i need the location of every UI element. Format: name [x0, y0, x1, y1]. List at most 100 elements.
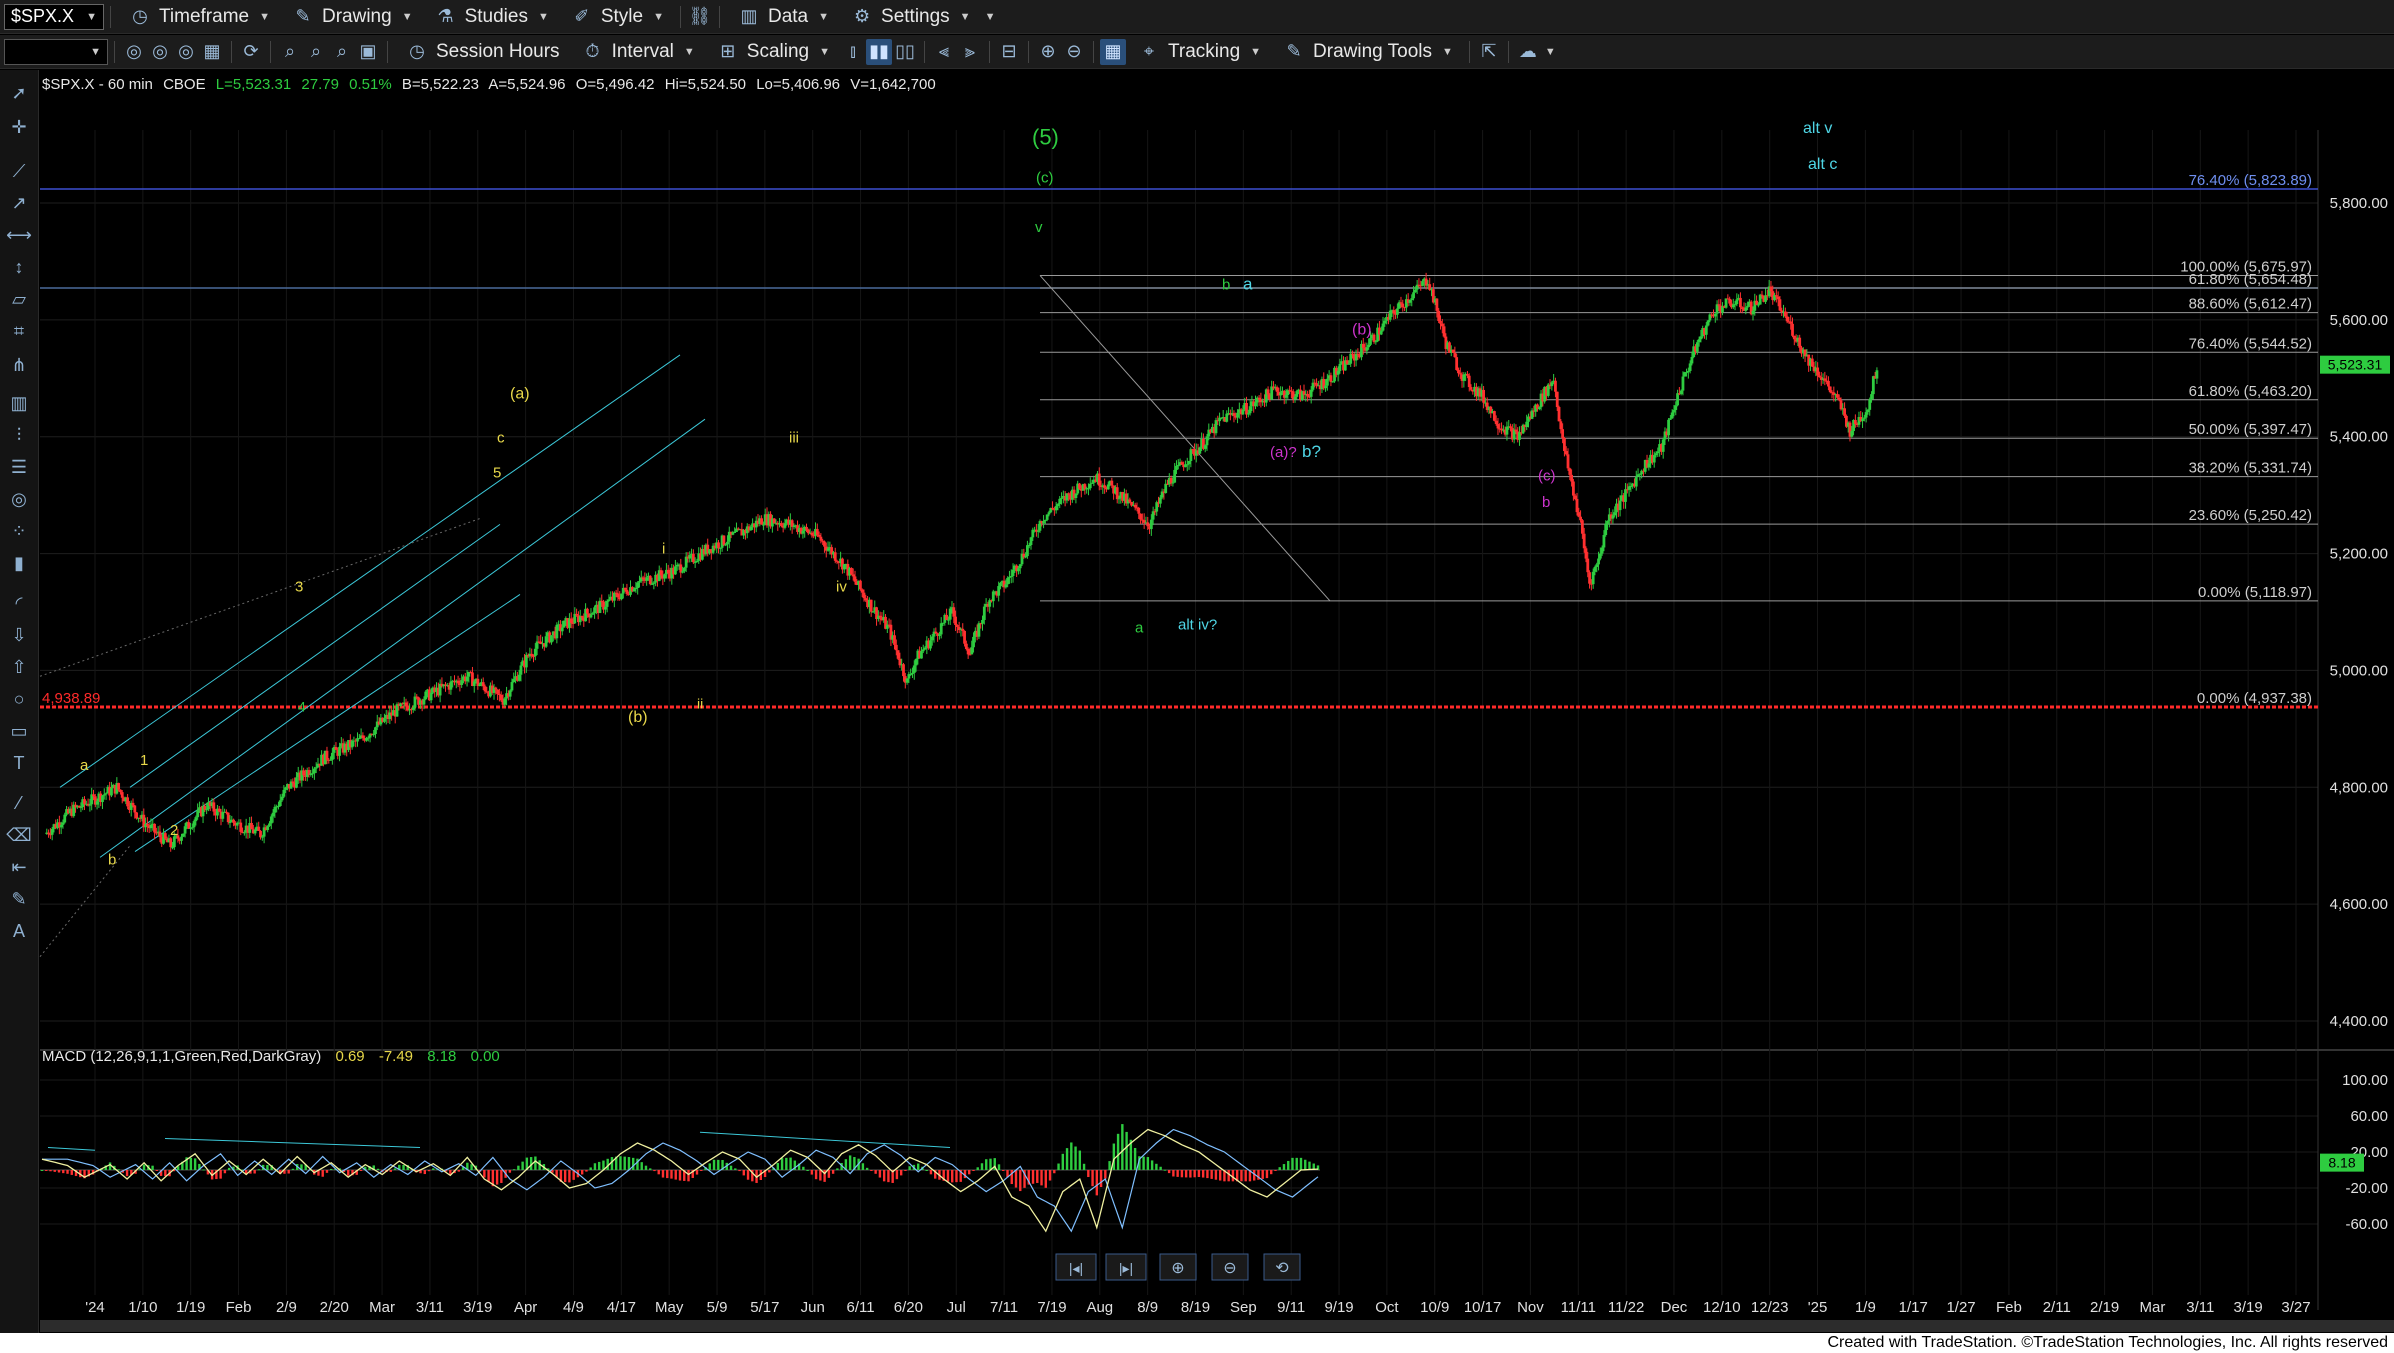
studies-menu[interactable]: ⚗ Studies ▼: [423, 0, 559, 33]
candle-body: [1026, 545, 1029, 557]
macd-histogram-bar: [1031, 1170, 1035, 1184]
export-icon[interactable]: ⇱: [1476, 39, 1502, 65]
macd-histogram-bar: [657, 1170, 660, 1175]
search-icon[interactable]: ⌕: [329, 39, 355, 65]
date-tick-label: 2/20: [320, 1299, 349, 1316]
refresh-icon: ⟲: [1275, 1260, 1289, 1277]
record-icon[interactable]: ◎: [147, 39, 173, 65]
horizontal-scrollbar[interactable]: [40, 1320, 2394, 1332]
symbol-selector[interactable]: $SPX.X ▼: [4, 3, 104, 30]
candle-body: [810, 532, 814, 536]
macd-histogram-bar: [831, 1170, 835, 1174]
wave-label: alt v: [1803, 120, 1832, 137]
chevron-down-icon: ▼: [683, 45, 695, 58]
toolbar-divider: [679, 5, 681, 28]
candle-body: [1681, 376, 1685, 391]
macd-histogram-bar: [780, 1158, 784, 1170]
calendar-icon[interactable]: ▣: [355, 39, 381, 65]
candle-body: [268, 823, 271, 827]
candle-body: [1550, 382, 1554, 387]
cloud-icon[interactable]: ☁: [1515, 39, 1541, 65]
date-tick-label: 1/19: [176, 1299, 205, 1316]
timeframe-menu[interactable]: ◷ Timeframe ▼: [117, 0, 280, 33]
candle-body: [472, 681, 476, 687]
scaling-menu[interactable]: ⊞ Scaling ▼: [705, 35, 840, 68]
macd-histogram-bar: [291, 1168, 295, 1170]
search-icon[interactable]: ⌕: [303, 39, 329, 65]
settings-menu[interactable]: ⚙ Settings ▼: [839, 0, 981, 33]
overflow-chevron-icon[interactable]: ▼: [985, 11, 996, 23]
hollow-candle-icon[interactable]: ▯▯: [892, 39, 918, 65]
grid-icon[interactable]: ▦: [1099, 38, 1126, 65]
candle-body: [805, 526, 808, 530]
macd-histogram-bar: [670, 1170, 673, 1179]
expand-icon[interactable]: ⫸: [957, 39, 983, 65]
candle-body: [641, 577, 645, 580]
zoom-out-icon[interactable]: ⊖: [1061, 39, 1087, 65]
candlestick-icon[interactable]: ▮▮: [865, 38, 892, 65]
candle-body: [1008, 576, 1011, 578]
split-view-icon[interactable]: ⊟: [996, 39, 1022, 65]
header-last: L=5,523.31: [216, 76, 292, 93]
record-icon[interactable]: ◎: [121, 39, 147, 65]
candle-body: [864, 598, 868, 601]
drawing-menu[interactable]: ✎ Drawing ▼: [280, 0, 423, 33]
candle-body: [481, 682, 485, 687]
layout-selector[interactable]: ▼: [4, 38, 108, 65]
candle-body: [83, 799, 86, 805]
compress-icon[interactable]: ⫷: [931, 39, 957, 65]
candle-body: [963, 630, 966, 644]
channel-upper-line[interactable]: [59, 354, 681, 788]
candle-body: [1266, 389, 1270, 395]
candle-body: [1361, 343, 1365, 348]
dotted-base-line[interactable]: [39, 845, 131, 958]
macd-histogram-bar: [580, 1170, 584, 1175]
candle-body: [573, 613, 577, 624]
macd-histogram-bar: [330, 1168, 333, 1170]
style-menu[interactable]: ✐ Style ▼: [559, 0, 674, 33]
candle-body: [835, 560, 839, 562]
search-icon[interactable]: ⌕: [277, 39, 303, 65]
data-menu[interactable]: ▥ Data ▼: [726, 0, 839, 33]
macd-trend-line[interactable]: [699, 1131, 951, 1148]
price-chart[interactable]: 4,938.89 0.00% (4,937.38) 76.40% (5,823.89…: [0, 70, 2394, 1320]
candle-body: [1618, 500, 1622, 511]
candle-body: [1724, 298, 1728, 308]
refresh-icon[interactable]: ⟳: [238, 39, 264, 65]
zoom-in-icon[interactable]: ⊕: [1035, 39, 1061, 65]
zoom-out-icon: ⊖: [1223, 1260, 1236, 1277]
bar-type-icon[interactable]: ⫾: [840, 39, 866, 65]
candle-body: [612, 592, 616, 601]
session-hours-button[interactable]: ◷ Session Hours: [394, 35, 570, 68]
candle-body: [1110, 480, 1114, 486]
candle-body: [532, 656, 535, 658]
drawing-tools-menu[interactable]: ✎ Drawing Tools ▼: [1271, 35, 1463, 68]
dotted-trend-line[interactable]: [39, 518, 481, 677]
chevron-down-icon[interactable]: ▼: [1545, 46, 1556, 58]
candle-body: [50, 828, 54, 835]
inner-channel-upper[interactable]: [129, 523, 501, 788]
interval-menu[interactable]: ⏱ Interval ▼: [570, 35, 705, 68]
candle-body: [183, 826, 187, 834]
wave-label: iii: [789, 430, 799, 447]
macd-histogram-bar: [593, 1163, 597, 1170]
tracking-menu[interactable]: ⌖ Tracking ▼: [1126, 35, 1271, 68]
macd-histogram-bar: [193, 1158, 197, 1170]
candle-body: [205, 809, 209, 811]
candle-body: [460, 680, 464, 685]
record-icon[interactable]: ◎: [173, 39, 199, 65]
candle-body: [1379, 330, 1383, 335]
wave-label: c: [497, 430, 505, 447]
candle-body: [1117, 498, 1121, 500]
macd-histogram-bar: [1057, 1163, 1060, 1170]
link-chart-icon[interactable]: ⛓: [687, 4, 713, 30]
candle-body: [1458, 373, 1462, 375]
candle-body: [902, 664, 905, 677]
inner-channel-lower[interactable]: [134, 594, 521, 852]
macd-trend-line[interactable]: [47, 1147, 96, 1151]
candle-body: [1853, 419, 1857, 424]
candle-body: [981, 619, 984, 624]
candle-body: [1401, 303, 1405, 308]
grid-icon[interactable]: ▦: [199, 39, 225, 65]
candle-body: [1564, 451, 1568, 455]
